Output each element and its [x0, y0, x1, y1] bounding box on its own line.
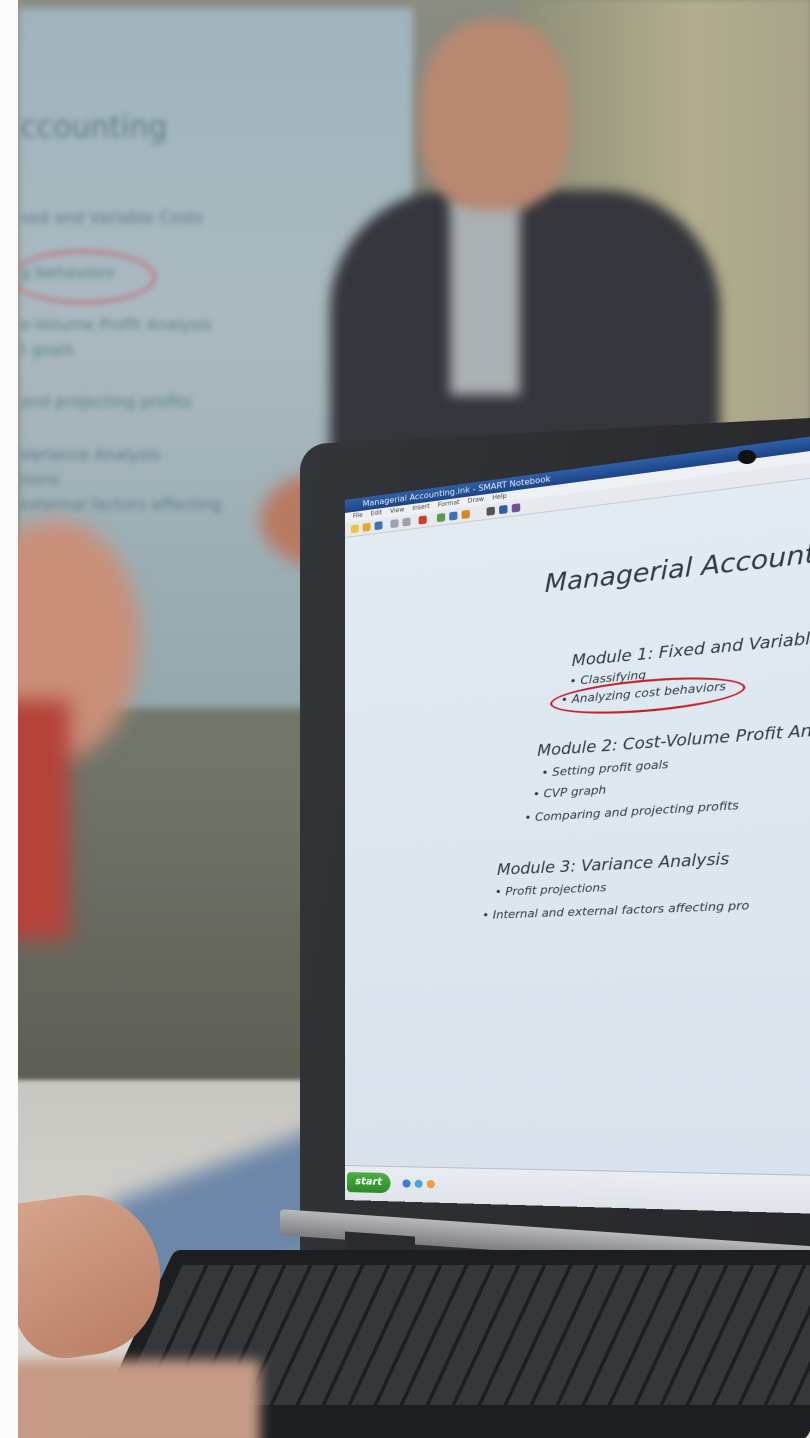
module-bullet: • Profit projections	[494, 880, 607, 899]
module-bullet: • CVP graph	[532, 782, 607, 802]
projection-line: xed and Variable Costs	[20, 208, 204, 227]
projection-line: external factors affecting	[20, 495, 222, 514]
module-bullet: • Internal and external factors affectin…	[482, 898, 750, 923]
open-icon[interactable]	[362, 522, 371, 532]
ie-icon[interactable]	[402, 1179, 411, 1188]
start-button[interactable]: start	[346, 1172, 391, 1194]
projection-line: t goals	[20, 340, 74, 359]
presenter-head	[420, 20, 570, 210]
slide-title: Managerial Accounting	[544, 532, 810, 599]
new-icon[interactable]	[350, 524, 359, 534]
select-icon[interactable]	[486, 506, 495, 516]
projection-line: Variance Analysis	[20, 445, 161, 464]
menu-item-insert[interactable]: Insert	[412, 503, 429, 512]
laptop-screen: Managerial Accounting.ink - SMART Notebo…	[345, 429, 810, 1215]
menu-item-help[interactable]: Help	[492, 493, 506, 502]
module-heading: Module 1: Fixed and Variable C	[571, 626, 810, 671]
module-heading: Module 3: Variance Analysis	[496, 849, 730, 880]
redo-icon[interactable]	[402, 517, 411, 527]
quick-launch-icon[interactable]	[414, 1179, 423, 1189]
undo-icon[interactable]	[390, 519, 399, 529]
quick-launch-icon[interactable]	[426, 1179, 435, 1189]
page-icon[interactable]	[436, 512, 446, 523]
module-bullet: • Setting profit goals	[541, 757, 669, 780]
menu-item-format[interactable]: Format	[438, 499, 460, 509]
menu-item-edit[interactable]: Edit	[371, 509, 383, 518]
pen-icon[interactable]	[499, 504, 508, 515]
photo-scene: ccounting xed and Variable Costs g behav…	[0, 0, 810, 1438]
projection-line: tions	[20, 470, 59, 489]
projection-line: e-Volume Profit Analysis	[20, 315, 213, 334]
delete-icon[interactable]	[418, 515, 427, 525]
table-icon[interactable]	[449, 511, 458, 521]
hand-palm	[0, 1360, 260, 1438]
slide: Managerial Accounting Module 1: Fixed an…	[345, 472, 810, 1177]
module-heading: Module 2: Cost-Volume Profit Ana	[537, 719, 810, 761]
save-icon[interactable]	[374, 521, 383, 531]
highlighter-icon[interactable]	[511, 503, 521, 513]
projection-circle-highlight	[10, 250, 156, 304]
menu-item-view[interactable]: View	[390, 506, 404, 515]
screen-icon[interactable]	[461, 509, 470, 520]
projection-line: and projecting profits	[20, 392, 192, 411]
module-bullet: • Comparing and projecting profits	[524, 798, 739, 825]
menu-item-file[interactable]: File	[353, 512, 363, 520]
projection-title: ccounting	[20, 110, 168, 145]
menu-item-draw[interactable]: Draw	[468, 496, 484, 505]
webcam	[738, 450, 756, 464]
left-margin-strip	[0, 0, 18, 1438]
presenter-shirt	[450, 195, 520, 395]
